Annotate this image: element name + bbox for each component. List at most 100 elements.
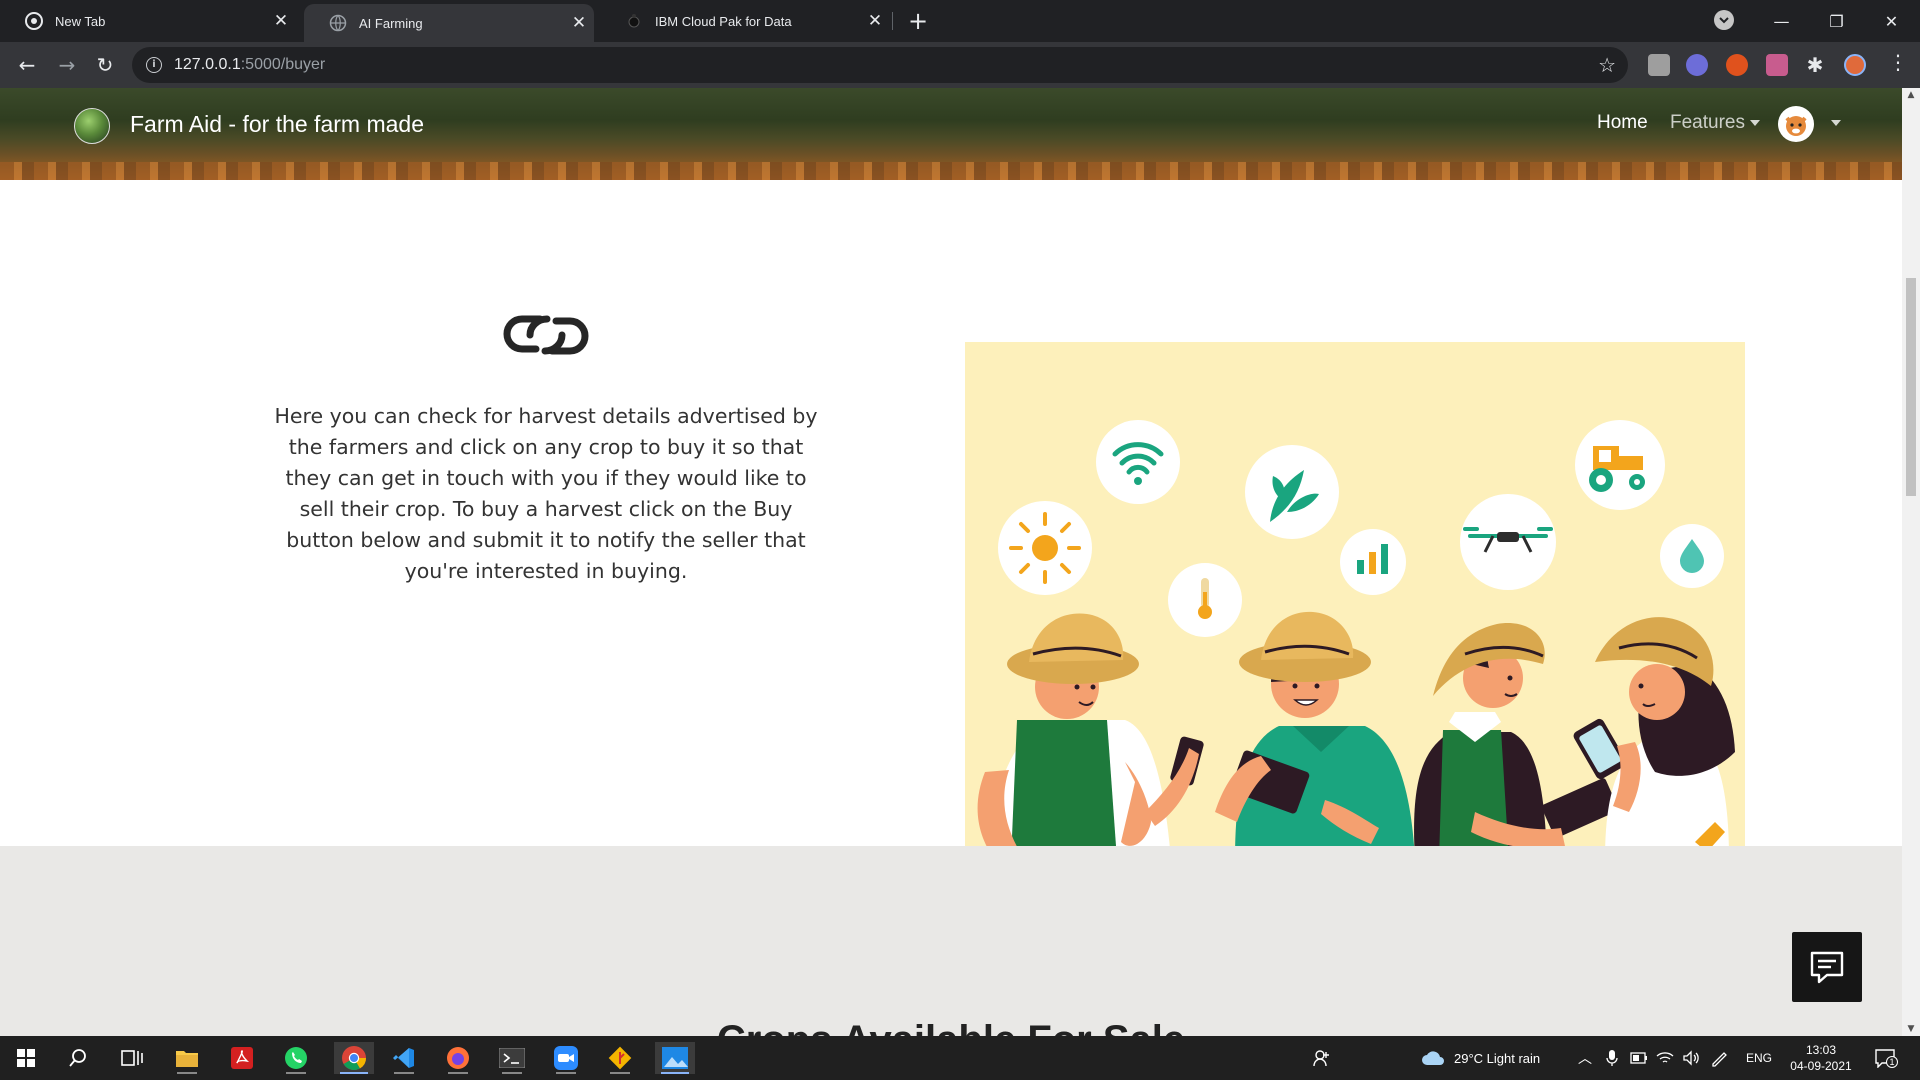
profile-avatar[interactable] [1844,54,1866,76]
running-indicator [340,1072,368,1074]
tab-separator [892,12,893,30]
pen-icon[interactable] [1710,1036,1730,1080]
close-window-icon[interactable]: ✕ [1864,0,1919,42]
tab-title: AI Farming [359,15,423,31]
extension-icon[interactable] [1648,54,1670,76]
notification-icon[interactable]: 1 [1874,1036,1898,1080]
menu-icon[interactable]: ⋮ [1888,50,1908,74]
site-info-icon[interactable]: i [146,57,162,73]
taskbar: 29°C Light rain ︿ ENG 13:03 04-09-2021 1 [0,1036,1920,1080]
microphone-icon[interactable] [1606,1036,1618,1080]
hero-section: Here you can check for harvest details a… [0,180,1902,860]
nav-features-label: Features [1670,112,1745,133]
extension-icon[interactable] [1726,54,1748,76]
weather-text: 29°C Light rain [1454,1050,1541,1066]
hero-description: Here you can check for harvest details a… [274,404,818,583]
people-icon[interactable] [1312,1036,1332,1080]
reload-icon[interactable]: ↻ [90,50,120,80]
url-host: 127.0.0.1 [174,56,241,73]
page-scrollbar[interactable]: ▲ ▼ [1902,88,1920,1036]
tab-search-icon[interactable] [1714,10,1734,30]
scroll-down-icon[interactable]: ▼ [1902,1024,1920,1034]
vscode-icon[interactable] [388,1042,420,1074]
chat-button[interactable] [1792,932,1862,1002]
browser-tab-strip: New Tab ✕ AI Farming ✕ IBM Cloud Pak for… [0,0,1920,42]
brand-logo[interactable] [74,108,110,144]
avatar-chevron-down-icon[interactable] [1831,120,1841,126]
browser-toolbar: ← → ↻ i 127.0.0.1:5000/buyer ☆ [0,42,1920,88]
back-icon[interactable]: ← [12,50,42,80]
puzzle-icon[interactable]: ✱ [1804,54,1826,76]
chrome-icon [25,12,43,30]
tab-ai-farming[interactable]: AI Farming ✕ [304,4,594,42]
section-title: Crops Available For Sale [0,1018,1902,1036]
wifi-icon [1096,420,1180,504]
new-tab-button[interactable]: + [904,7,932,35]
page-viewport: Farm Aid - for the farm made Home Featur… [0,88,1902,1036]
zoom-icon[interactable] [550,1042,582,1074]
tab-title: IBM Cloud Pak for Data [655,13,792,29]
bar-chart-icon [1340,529,1406,595]
chrome-taskbar-icon[interactable] [334,1042,374,1074]
scroll-up-icon[interactable]: ▲ [1902,90,1920,100]
thermometer-icon [1168,563,1242,637]
site-navbar: Farm Aid - for the farm made Home Featur… [0,88,1902,180]
language-indicator[interactable]: ENG [1746,1036,1772,1080]
running-indicator [502,1072,522,1074]
clock[interactable]: 13:03 04-09-2021 [1786,1042,1856,1074]
restore-icon[interactable]: ❐ [1809,0,1864,42]
globe-icon [329,14,347,32]
tab-new-tab[interactable]: New Tab ✕ [0,0,296,42]
tab-close-icon[interactable]: ✕ [564,13,594,33]
tab-close-icon[interactable]: ✕ [860,11,890,31]
running-indicator [177,1072,197,1074]
crops-section: Crops Available For Sale [0,846,1902,1036]
nav-home-link[interactable]: Home [1597,112,1648,134]
search-icon[interactable] [62,1042,94,1074]
running-indicator [556,1072,576,1074]
water-drop-icon [1660,524,1724,588]
brand-name[interactable]: Farm Aid - for the farm made [130,111,424,138]
farmers-illustration [965,342,1745,860]
clock-time: 13:03 [1805,1043,1837,1057]
tab-close-icon[interactable]: ✕ [266,11,296,31]
nav-features-dropdown[interactable]: Features [1670,112,1760,134]
photos-icon[interactable] [655,1042,695,1074]
tab-ibm-cloud[interactable]: IBM Cloud Pak for Data ✕ [600,0,890,42]
battery-icon[interactable] [1630,1036,1648,1080]
terminal-icon[interactable] [496,1042,528,1074]
task-view-icon[interactable] [116,1042,148,1074]
forward-icon[interactable]: → [52,50,82,80]
windows-start-icon[interactable] [10,1042,42,1074]
url-path: :5000/buyer [240,56,326,73]
volume-icon[interactable] [1682,1036,1700,1080]
bee-icon [625,12,643,30]
link-chain-icon [500,310,592,364]
extension-icon[interactable] [1686,54,1708,76]
running-indicator [448,1072,468,1074]
notification-count: 1 [1886,1056,1898,1068]
wifi-tray-icon[interactable] [1656,1036,1674,1080]
chat-icon [1810,951,1844,984]
tab-title: New Tab [55,13,106,29]
leaf-icon [1245,445,1339,539]
cloud-rain-icon [1422,1051,1444,1065]
file-explorer-icon[interactable] [171,1042,203,1074]
scroll-thumb[interactable] [1906,278,1916,496]
firefox-icon[interactable] [442,1042,474,1074]
whatsapp-icon[interactable] [280,1042,312,1074]
acrobat-icon[interactable] [226,1042,258,1074]
url-text: 127.0.0.1:5000/buyer [174,56,325,74]
minimize-icon[interactable]: — [1754,0,1809,42]
extension-icon[interactable] [1766,54,1788,76]
chevron-up-icon[interactable]: ︿ [1578,1036,1592,1080]
running-indicator [661,1072,689,1074]
git-icon[interactable] [604,1042,636,1074]
weather-widget[interactable]: 29°C Light rain [1420,1036,1540,1080]
user-avatar[interactable] [1778,106,1814,142]
clock-date: 04-09-2021 [1790,1059,1852,1073]
bookmark-star-icon[interactable]: ☆ [1598,53,1616,77]
address-bar[interactable]: i 127.0.0.1:5000/buyer ☆ [132,47,1628,83]
running-indicator [394,1072,414,1074]
drone-icon [1460,494,1556,590]
